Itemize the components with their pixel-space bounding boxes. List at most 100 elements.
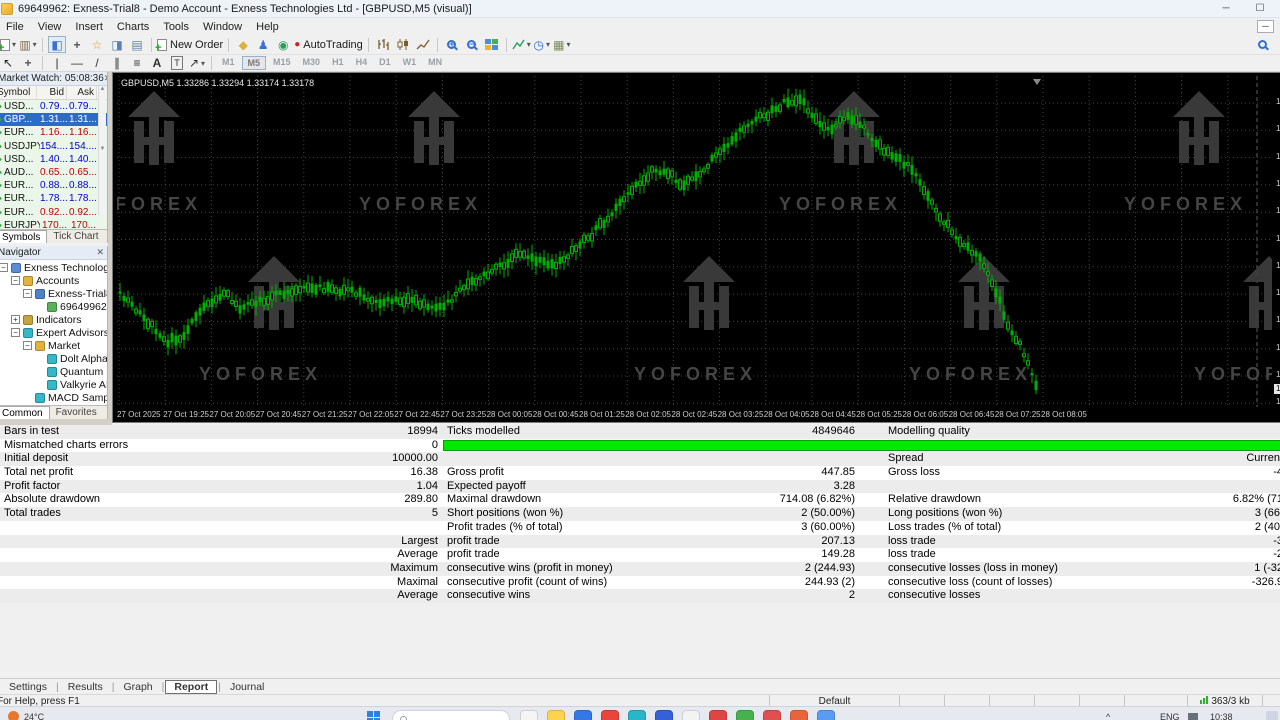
templates-button[interactable]: ▦ ▾ [553,36,571,53]
nav-item-69649962-sec[interactable]: 69649962: SEC [0,300,107,313]
new-chart-button[interactable]: + ▾ [0,36,17,54]
tile-windows-button[interactable] [483,36,501,53]
timeframe-h4[interactable]: H4 [351,56,373,70]
market-watch-row-eur[interactable]: ◆EUR...1.16...1.16... [0,126,107,139]
start-button[interactable] [367,711,381,720]
market-watch-row-usdjpy[interactable]: ◆USDJPY154....154.... [0,140,107,153]
tester-tab-journal[interactable]: Journal [222,680,272,694]
tray-caret[interactable]: ^ [1106,712,1110,720]
maximize-button[interactable]: ☐ [1246,1,1274,16]
nav-item-indicators[interactable]: + Indicators [0,313,107,326]
market-watch-toggle[interactable]: ◨ [108,36,126,53]
child-window-minimize-button[interactable]: ─ [1257,20,1274,33]
market-watch-row-aud[interactable]: ◆AUD...0.65...0.65... [0,166,107,179]
nav-item-expert-advisors[interactable]: − Expert Advisors [0,326,107,339]
tester-tab-report[interactable]: Report [165,679,218,694]
menu-window[interactable]: Window [196,20,249,34]
arrows-tool-button[interactable]: ↗ ▾ [188,55,206,72]
market-watch-row-eurjpy[interactable]: ◆EURJPY170...170... [0,219,107,229]
indicators-button[interactable]: ▾ [512,36,531,53]
market-watch-row-eur[interactable]: ◆EUR...0.92...0.92... [0,206,107,219]
text-tool-button[interactable]: A [148,55,166,72]
search-button[interactable] [1253,36,1271,53]
minimize-button[interactable]: ─ [1212,1,1240,16]
taskbar-app-icon[interactable] [817,710,835,720]
nav-item-macd-sample[interactable]: MACD Sample [0,391,107,404]
deposit-button[interactable]: ◆ [234,36,252,53]
market-watch-row-eur[interactable]: ◆EUR...1.78...1.78... [0,192,107,205]
new-order-button[interactable]: + New Order [155,36,223,54]
tab-favorites[interactable]: Favorites [50,406,103,419]
tree-expander-minus[interactable]: − [11,276,20,285]
taskbar-app-icon[interactable] [736,710,754,720]
nav-item-quantum-pul[interactable]: Quantum Pul [0,365,107,378]
profiles-button[interactable]: ▥ ▾ [19,36,37,53]
timeframe-m5[interactable]: M5 [241,56,267,70]
trendline-button[interactable]: / [88,55,106,72]
tree-expander-minus[interactable]: − [11,328,20,337]
crosshair-tool-button[interactable]: + [19,55,37,72]
taskbar-app-icon[interactable] [790,710,808,720]
nav-item-accounts[interactable]: − Accounts [0,274,107,287]
horizontal-line-button[interactable]: — [68,55,86,72]
tree-expander-minus[interactable]: − [0,263,8,272]
taskbar-app-icon[interactable] [574,710,592,720]
market-watch-scrollbar[interactable]: ▲ ▼ [98,86,106,215]
tab-tick-chart[interactable]: Tick Chart [47,230,104,243]
mql5-web-button[interactable]: ◉ [274,36,292,53]
fibonacci-button[interactable]: ≡ [128,55,146,72]
taskbar-search[interactable] [392,710,510,720]
taskbar-clock[interactable]: 10:38 [1210,712,1233,720]
taskbar-app-icon[interactable] [601,710,619,720]
autotrading-button[interactable]: ● AutoTrading [294,36,363,53]
tester-tab-results[interactable]: Results [60,680,111,694]
taskbar-app-icon[interactable] [520,710,538,720]
menu-tools[interactable]: Tools [156,20,196,34]
favorites-button[interactable]: ☆ [88,36,106,53]
periods-button[interactable]: ◷ ▾ [533,36,551,53]
nav-item-exness-trial8[interactable]: − Exness-Trial8 [0,287,107,300]
zoom-out-button[interactable]: − [463,36,481,53]
line-chart-mode-button[interactable] [414,36,432,53]
market-watch-row-gbp[interactable]: ◆GBP...1.31...1.31... [0,113,107,127]
market-watch-row-eur[interactable]: ◆EUR...0.88...0.88... [0,179,107,192]
tab-symbols[interactable]: Symbols [0,230,48,243]
nav-item-market[interactable]: − Market [0,339,107,352]
label-tool-button[interactable]: T [168,55,186,72]
tree-expander-plus[interactable]: + [11,315,20,324]
taskbar-app-icon[interactable] [682,710,700,720]
taskbar-app-icon[interactable] [628,710,646,720]
tree-expander-minus[interactable]: − [23,341,32,350]
menu-view[interactable]: View [31,20,69,34]
notification-button[interactable] [1266,711,1278,720]
menu-insert[interactable]: Insert [68,20,110,34]
timeframe-d1[interactable]: D1 [374,56,396,70]
menu-charts[interactable]: Charts [110,20,156,34]
autoscroll-button[interactable]: ◧ [48,36,66,53]
chart-plot-area[interactable]: GBPUSD,M5 1.33286 1.33294 1.33174 1.3317… [117,76,1272,407]
menu-file[interactable]: File [0,20,31,34]
vertical-line-button[interactable]: | [48,55,66,72]
timeframe-m15[interactable]: M15 [268,56,296,70]
candlestick-mode-button[interactable] [394,36,412,53]
timeframe-h1[interactable]: H1 [327,56,349,70]
language-indicator[interactable]: ENG [1160,712,1180,720]
market-watch-row-usd[interactable]: ◆USD...0.79...0.79... [0,100,107,113]
network-icon[interactable] [1188,713,1198,720]
navigator-close-icon[interactable]: ✕ [96,247,104,258]
timeframe-m1[interactable]: M1 [217,56,240,70]
market-watch-row-usd[interactable]: ◆USD...1.40...1.40... [0,153,107,166]
market-watch-close-icon[interactable]: ✕ [104,73,107,84]
menu-help[interactable]: Help [249,20,286,34]
crosshair-mode-button[interactable]: + [68,36,86,53]
tester-tab-settings[interactable]: Settings [1,680,55,694]
data-window-toggle[interactable]: ▤ [128,36,146,53]
timeframe-m30[interactable]: M30 [298,56,326,70]
zoom-in-button[interactable]: + [443,36,461,53]
taskbar-app-icon[interactable] [655,710,673,720]
channel-button[interactable]: ∥ [108,55,126,72]
taskbar-temperature[interactable]: 24°C [24,712,44,720]
tester-tab-graph[interactable]: Graph [115,680,160,694]
nav-item-dolt-alpha-pu[interactable]: Dolt Alpha Pu [0,352,107,365]
cursor-tool-button[interactable]: ↖ [0,55,17,72]
